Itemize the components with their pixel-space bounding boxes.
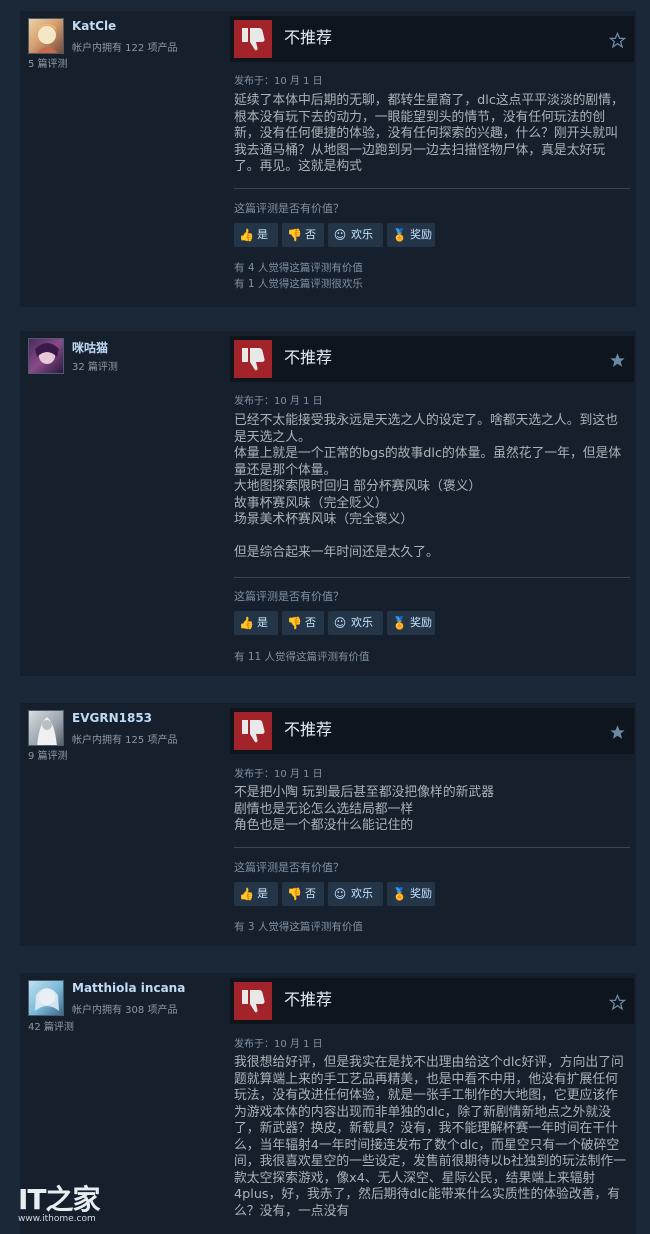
divider [234, 847, 630, 848]
avatar[interactable] [28, 710, 64, 746]
funny-count: 有 1 人觉得这篇评测很欢乐 [234, 278, 363, 290]
verdict-label: 不推荐 [284, 348, 333, 367]
verdict-label: 不推荐 [284, 720, 333, 739]
vote-funny-button[interactable]: ☺ 欢乐 [328, 223, 383, 247]
award-icon: 🏅 [392, 887, 407, 901]
review-body: 已经不太能接受我永远是天选之人的设定了。啥都天选之人。到这也是天选之人。 体量上… [234, 413, 622, 560]
thumbs-down-icon: 👎 [287, 228, 302, 242]
post-date: 发布于：10 月 1 日 [234, 396, 323, 407]
helpful-question: 这篇评测是否有价值？ [234, 202, 344, 215]
thumbs-down-icon [234, 340, 272, 378]
products-owned[interactable]: 帐户内拥有 122 项产品 [72, 39, 177, 54]
star-icon[interactable] [608, 993, 627, 1015]
smiley-icon: ☺ [333, 228, 347, 242]
review-body: 延续了本体中后期的无聊，都转生星裔了，dlc这点平平淡淡的剧情，根本没有玩下去的… [234, 93, 624, 174]
review-count[interactable]: 42 篇评测 [28, 1018, 74, 1033]
watermark-url: www.ithome.com [18, 1214, 96, 1224]
thumbs-down-icon: 👎 [287, 616, 302, 630]
post-date: 发布于：10 月 1 日 [234, 76, 323, 87]
username[interactable]: 咪咕猫 [72, 339, 108, 356]
review-count[interactable]: 9 篇评测 [28, 747, 68, 762]
review-count[interactable]: 32 篇评测 [72, 358, 118, 373]
review-card: Matthiola incana 帐户内拥有 308 项产品 42 篇评测 不推… [20, 973, 636, 1234]
review-card: 咪咕猫 32 篇评测 不推荐 发布于：10 月 1 日 已经不太能接受我永远是天… [20, 331, 636, 676]
vote-no-button[interactable]: 👎 否 [282, 611, 324, 635]
star-icon[interactable] [608, 31, 627, 53]
thumbs-up-icon: 👍 [239, 616, 254, 630]
avatar[interactable] [28, 980, 64, 1016]
username[interactable]: EVGRN1853 [72, 711, 152, 725]
divider [234, 577, 630, 578]
review-card: EVGRN1853 帐户内拥有 125 项产品 9 篇评测 不推荐 发布于：10… [20, 703, 636, 946]
helpful-question: 这篇评测是否有价值？ [234, 861, 344, 874]
products-owned[interactable]: 帐户内拥有 308 项产品 [72, 1001, 177, 1016]
post-date: 发布于：10 月 1 日 [234, 769, 323, 780]
verdict-label: 不推荐 [284, 28, 333, 47]
award-button[interactable]: 🏅 奖励 [387, 882, 435, 906]
thumbs-down-icon [234, 712, 272, 750]
thumbs-up-icon: 👍 [239, 228, 254, 242]
award-icon: 🏅 [392, 616, 407, 630]
avatar[interactable] [28, 338, 64, 374]
divider [234, 188, 630, 189]
helpful-count: 有 4 人觉得这篇评测有价值 [234, 262, 363, 274]
username[interactable]: Matthiola incana [72, 981, 185, 995]
avatar[interactable] [28, 18, 64, 54]
verdict-label: 不推荐 [284, 990, 333, 1009]
review-body: 不是把小陶 玩到最后甚至都没把像样的新武器 剧情也是无论怎么选结局都一样 角色也… [234, 785, 495, 833]
thumbs-up-icon: 👍 [239, 887, 254, 901]
vote-no-button[interactable]: 👎 否 [282, 882, 324, 906]
smiley-icon: ☺ [333, 616, 347, 630]
award-icon: 🏅 [392, 228, 407, 242]
vote-no-button[interactable]: 👎 否 [282, 223, 324, 247]
thumbs-down-icon [234, 982, 272, 1020]
vote-funny-button[interactable]: ☺ 欢乐 [328, 882, 383, 906]
vote-header[interactable]: 不推荐 [230, 978, 634, 1024]
vote-header[interactable]: 不推荐 [230, 336, 634, 382]
vote-yes-button[interactable]: 👍 是 [234, 223, 278, 247]
vote-yes-button[interactable]: 👍 是 [234, 882, 278, 906]
vote-header[interactable]: 不推荐 [230, 16, 634, 62]
helpful-count: 有 11 人觉得这篇评测有价值 [234, 651, 370, 663]
helpful-count: 有 3 人觉得这篇评测有价值 [234, 921, 363, 933]
watermark-logo: IT之家 [18, 1183, 101, 1216]
award-button[interactable]: 🏅 奖励 [387, 223, 435, 247]
helpful-question: 这篇评测是否有价值？ [234, 590, 344, 603]
award-button[interactable]: 🏅 奖励 [387, 611, 435, 635]
smiley-icon: ☺ [333, 887, 347, 901]
vote-yes-button[interactable]: 👍 是 [234, 611, 278, 635]
thumbs-down-icon: 👎 [287, 887, 302, 901]
watermark: IT之家 www.ithome.com [18, 1178, 108, 1228]
products-owned[interactable]: 帐户内拥有 125 项产品 [72, 731, 177, 746]
post-date: 发布于：10 月 1 日 [234, 1039, 323, 1050]
vote-header[interactable]: 不推荐 [230, 708, 634, 754]
review-count[interactable]: 5 篇评测 [28, 55, 68, 70]
star-icon[interactable] [609, 724, 626, 745]
username[interactable]: KatCle [72, 19, 116, 33]
vote-funny-button[interactable]: ☺ 欢乐 [328, 611, 383, 635]
star-icon[interactable] [609, 352, 626, 373]
thumbs-down-icon [234, 20, 272, 58]
review-body: 我很想给好评，但是我实在是找不出理由给这个dlc好评，方向出了问题就算端上来的手… [234, 1055, 627, 1219]
review-card: KatCle 帐户内拥有 122 项产品 5 篇评测 不推荐 发布于：10 月 … [20, 11, 636, 307]
